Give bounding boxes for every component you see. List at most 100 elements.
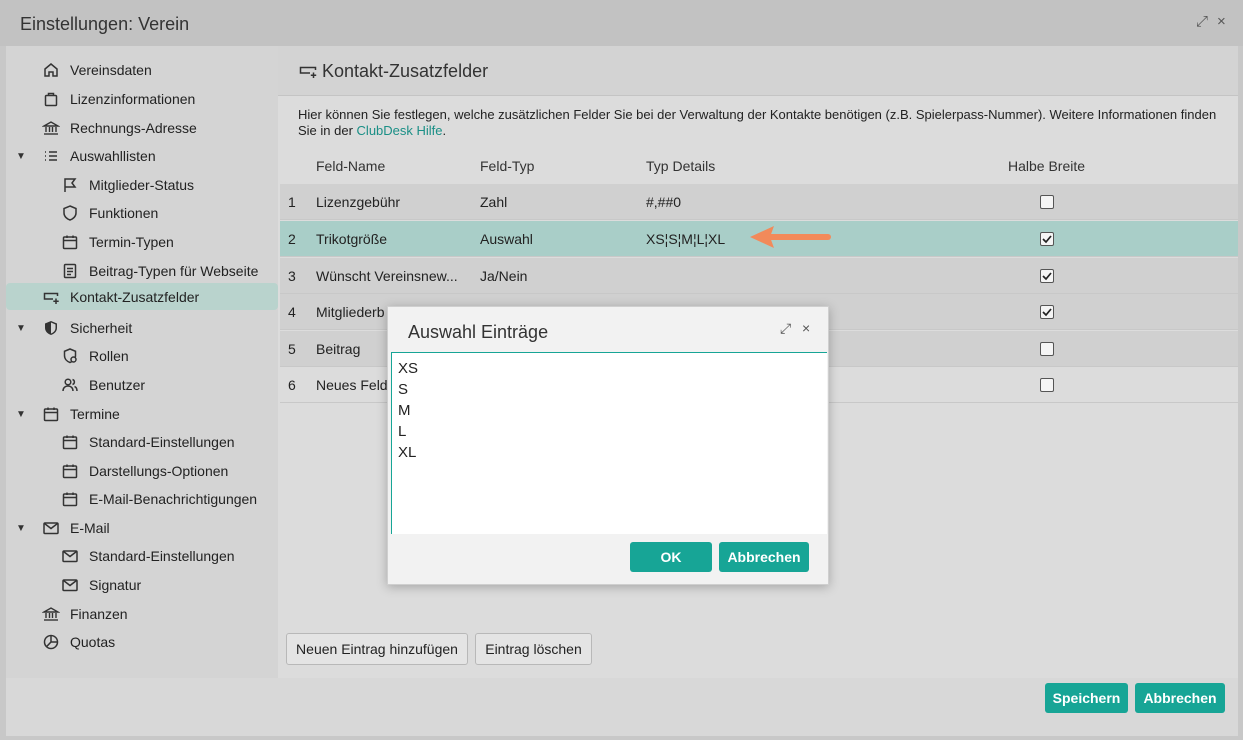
flag-icon: [61, 176, 79, 194]
description-text: Hier können Sie festlegen, welche zusätz…: [298, 107, 1223, 139]
sidebar-item-benutzer[interactable]: Benutzer: [61, 371, 145, 399]
row-number: 6: [288, 377, 296, 393]
chevron-down-icon[interactable]: ▼: [16, 523, 26, 534]
field-name-cell: Beitrag: [316, 341, 361, 357]
sidebar-item-label: Rechnungs-Adresse: [70, 120, 197, 136]
row-number: 1: [288, 194, 296, 210]
sidebar-item-darstellungs-optionen[interactable]: Darstellungs-Optionen: [61, 457, 228, 485]
row-number: 4: [288, 304, 296, 320]
half-width-checkbox[interactable]: [1040, 342, 1054, 356]
sidebar-item-label: Benutzer: [89, 377, 146, 393]
sidebar-item-rechnungs-adresse[interactable]: Rechnungs-Adresse: [42, 114, 197, 142]
add-entry-button[interactable]: Neuen Eintrag hinzufügen: [286, 633, 468, 665]
row-number: 3: [288, 268, 296, 284]
half-width-checkbox[interactable]: [1040, 305, 1054, 319]
sidebar-item-label: Rollen: [89, 348, 129, 364]
sidebar-item-termin-typen[interactable]: Termin-Typen: [61, 228, 174, 256]
dialog-title: Auswahl Einträge: [408, 322, 549, 342]
half-width-checkbox[interactable]: [1040, 378, 1054, 392]
mail-icon: [61, 576, 79, 594]
field-name-cell: Mitgliederb: [316, 304, 385, 320]
users-icon: [61, 376, 79, 394]
sidebar-item-label: Standard-Einstellungen: [89, 548, 235, 564]
sidebar-item-label: Darstellungs-Optionen: [89, 463, 229, 479]
sidebar-item-label: E-Mail: [70, 520, 110, 536]
add-field-icon: [42, 288, 60, 306]
calendar-icon: [61, 233, 79, 251]
expand-icon[interactable]: ⤢: [1196, 13, 1208, 30]
sidebar-item-e-mail[interactable]: ▼ E-Mail: [16, 514, 110, 542]
help-link[interactable]: ClubDesk Hilfe: [357, 123, 443, 138]
sidebar-item-e-mail-standard-einstellungen[interactable]: Standard-Einstellungen: [61, 542, 235, 570]
half-width-checkbox[interactable]: [1040, 232, 1054, 246]
field-name-cell: Lizenzgebühr: [316, 194, 401, 210]
sidebar-item-lizenzinformationen[interactable]: Lizenzinformationen: [42, 85, 195, 113]
description-end: .: [442, 123, 447, 138]
sidebar-item-label: Quotas: [70, 634, 116, 650]
sidebar-item-label: E-Mail-Benachrichtigungen: [89, 491, 258, 507]
sidebar-item-label: Sicherheit: [70, 320, 133, 336]
chevron-down-icon[interactable]: ▼: [16, 323, 26, 334]
calendar-icon: [61, 462, 79, 480]
window-title: Einstellungen: Verein: [20, 14, 190, 34]
column-header-typ-details[interactable]: Typ Details: [646, 158, 715, 174]
sidebar-item-kontakt-zusatzfelder[interactable]: Kontakt-Zusatzfelder: [6, 283, 278, 310]
half-width-checkbox[interactable]: [1040, 195, 1054, 209]
row-number: 5: [288, 341, 296, 357]
dialog-expand-icon[interactable]: ⤢: [780, 320, 791, 337]
field-type-cell: Auswahl: [480, 231, 533, 247]
half-width-checkbox[interactable]: [1040, 269, 1054, 283]
sidebar-item-funktionen[interactable]: Funktionen: [61, 199, 158, 227]
save-button[interactable]: Speichern: [1045, 683, 1128, 713]
pie-chart-icon: [42, 633, 60, 651]
shopping-bag-icon: [42, 90, 60, 108]
column-header-feld-name[interactable]: Feld-Name: [316, 158, 385, 174]
shield-icon: [42, 319, 60, 337]
cancel-button[interactable]: Abbrechen: [1135, 683, 1225, 713]
column-header-feld-typ[interactable]: Feld-Typ: [480, 158, 534, 174]
sidebar-item-label: Funktionen: [89, 205, 159, 221]
sidebar-item-quotas[interactable]: Quotas: [42, 628, 115, 656]
sidebar-item-rollen[interactable]: Rollen: [61, 342, 129, 370]
window-titlebar: Einstellungen: Verein ⤢ ×: [0, 0, 1243, 46]
page-title: Kontakt-Zusatzfelder: [322, 61, 489, 81]
chevron-down-icon[interactable]: ▼: [16, 151, 26, 162]
sidebar-item-label: Finanzen: [70, 606, 128, 622]
check-icon: [1042, 235, 1052, 244]
table-row[interactable]: 3 Wünscht Vereinsnew... Ja/Nein: [280, 258, 1238, 294]
bank-icon: [42, 119, 60, 137]
sidebar-item-label: Beitrag-Typen für Webseite: [89, 263, 259, 279]
sidebar-item-termine[interactable]: ▼ Termine: [16, 400, 120, 428]
shield-outline-icon: [61, 204, 79, 222]
sidebar-item-auswahllisten[interactable]: ▼ Auswahllisten: [16, 142, 156, 170]
choice-entries-dialog: Auswahl Einträge ⤢ × XS S M L XL OK Abbr…: [387, 306, 829, 585]
chevron-down-icon[interactable]: ▼: [16, 409, 26, 420]
sidebar-item-beitrag-typen[interactable]: Beitrag-Typen für Webseite: [61, 257, 258, 285]
calendar-icon: [61, 433, 79, 451]
mail-icon: [42, 519, 60, 537]
home-icon: [42, 61, 60, 79]
sidebar-item-label: Mitglieder-Status: [89, 177, 195, 193]
type-details-cell[interactable]: XS¦S¦M¦L¦XL: [646, 231, 725, 247]
user-role-icon: [61, 347, 79, 365]
sidebar-item-sicherheit[interactable]: ▼ Sicherheit: [16, 314, 133, 342]
sidebar-item-vereinsdaten[interactable]: Vereinsdaten: [42, 56, 152, 84]
delete-entry-button[interactable]: Eintrag löschen: [475, 633, 592, 665]
bank-icon: [42, 605, 60, 623]
dialog-close-icon[interactable]: ×: [802, 320, 810, 336]
annotation-arrow-icon: [750, 226, 831, 248]
dialog-cancel-button[interactable]: Abbrechen: [719, 542, 809, 572]
table-row[interactable]: 1 Lizenzgebühr Zahl #,##0: [280, 184, 1238, 220]
sidebar-item-signatur[interactable]: Signatur: [61, 571, 141, 599]
sidebar-item-mitglieder-status[interactable]: Mitglieder-Status: [61, 171, 194, 199]
list-icon: [42, 147, 60, 165]
column-header-halbe-breite[interactable]: Halbe Breite: [1008, 158, 1085, 174]
sidebar-item-termine-standard-einstellungen[interactable]: Standard-Einstellungen: [61, 428, 235, 456]
entries-textarea[interactable]: XS S M L XL: [391, 352, 827, 534]
close-icon[interactable]: ×: [1217, 13, 1226, 30]
calendar-icon: [61, 490, 79, 508]
mail-icon: [61, 547, 79, 565]
sidebar-item-e-mail-benachrichtigungen[interactable]: E-Mail-Benachrichtigungen: [61, 485, 257, 513]
sidebar-item-finanzen[interactable]: Finanzen: [42, 600, 128, 628]
ok-button[interactable]: OK: [630, 542, 712, 572]
